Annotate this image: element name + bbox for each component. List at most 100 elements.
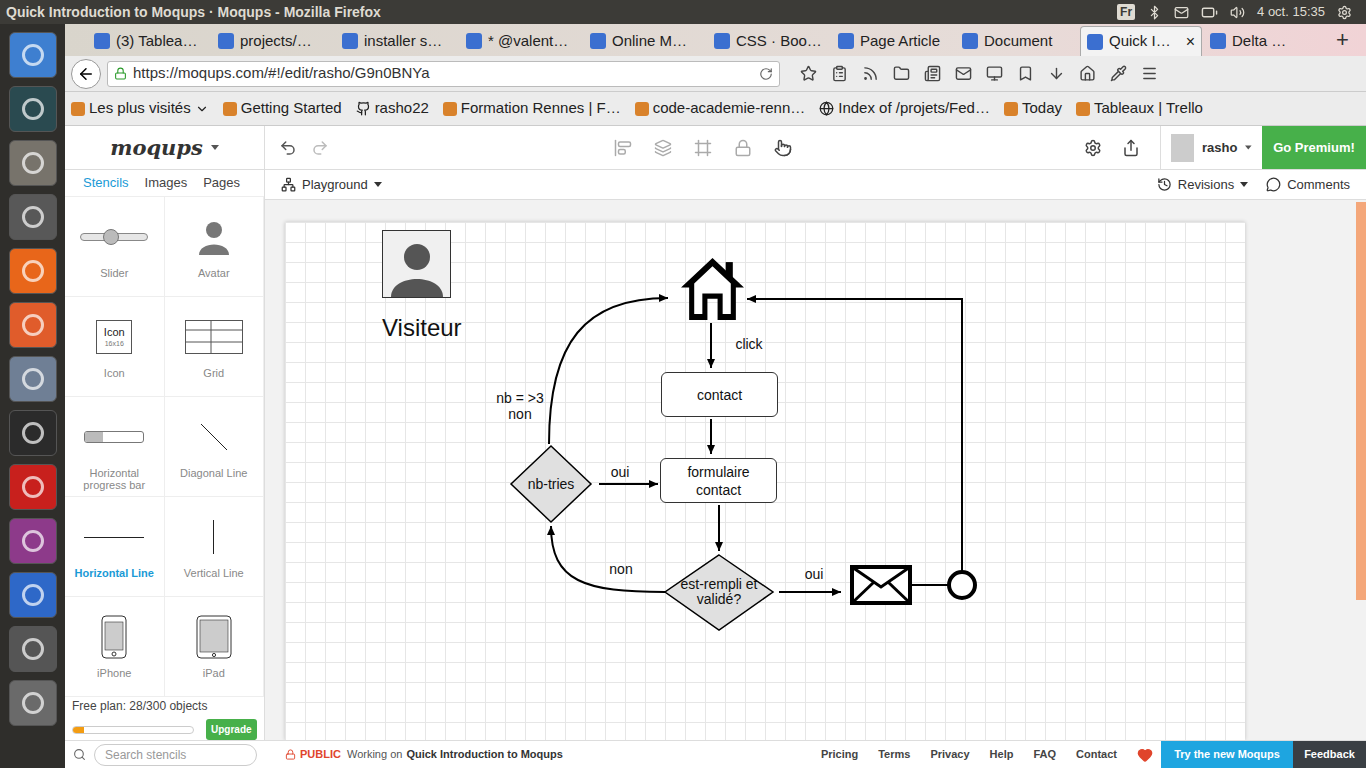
feedback-button[interactable]: Feedback: [1293, 741, 1366, 768]
redo-icon[interactable]: [311, 139, 329, 157]
footer-link[interactable]: Contact: [1076, 746, 1117, 763]
actor-label[interactable]: Visiteur: [382, 310, 462, 346]
panel-tab[interactable]: Pages: [203, 173, 240, 193]
browser-tab[interactable]: Online M…: [584, 26, 706, 56]
launcher-app-icon[interactable]: [9, 86, 57, 132]
back-button[interactable]: [71, 59, 101, 89]
decision-label[interactable]: est-rempli et validé?: [669, 576, 769, 608]
stencil-item[interactable]: Slider: [65, 197, 165, 297]
scrollbar[interactable]: [1356, 202, 1366, 600]
toolbar-icon[interactable]: [986, 65, 1003, 82]
interaction-icon[interactable]: [774, 139, 792, 157]
layers-icon[interactable]: [654, 139, 672, 157]
bookmark[interactable]: Les plus visités: [71, 97, 209, 120]
bookmark[interactable]: Getting Started: [223, 97, 342, 120]
decision-shape[interactable]: [665, 555, 773, 630]
toolbar-icon[interactable]: [955, 65, 972, 82]
share-icon[interactable]: [1122, 139, 1140, 157]
upgrade-button[interactable]: Upgrade: [206, 719, 257, 740]
footer-link[interactable]: Privacy: [930, 746, 969, 763]
keyboard-indicator[interactable]: Fr: [1117, 4, 1135, 20]
url-field[interactable]: https://moqups.com/#!/edit/rasho/G9n0BNY…: [107, 61, 780, 87]
stencil-item[interactable]: Avatar: [165, 197, 265, 297]
mail-icon[interactable]: [1174, 5, 1189, 20]
clock[interactable]: 4 oct. 15:35: [1257, 2, 1325, 22]
frame-icon[interactable]: [694, 139, 712, 157]
process-box[interactable]: formulaire contact: [660, 458, 777, 503]
align-icon[interactable]: [614, 139, 632, 157]
panel-tab[interactable]: Stencils: [83, 173, 129, 193]
footer-link[interactable]: FAQ: [1033, 746, 1056, 763]
launcher-app-icon[interactable]: [9, 680, 57, 726]
bookmark[interactable]: Today: [1004, 97, 1062, 120]
bluetooth-icon[interactable]: [1147, 5, 1162, 20]
footer-link[interactable]: Help: [990, 746, 1014, 763]
process-box[interactable]: contact: [661, 372, 778, 417]
stencil-item[interactable]: Horizontal Line: [65, 497, 165, 597]
launcher-app-icon[interactable]: [9, 410, 57, 456]
settings-icon[interactable]: [1084, 139, 1102, 157]
footer-link[interactable]: Pricing: [821, 746, 858, 763]
browser-tab[interactable]: Document: [956, 26, 1078, 56]
toolbar-icon[interactable]: [924, 65, 941, 82]
battery-icon[interactable]: [1201, 4, 1218, 21]
toolbar-icon[interactable]: [1110, 65, 1127, 82]
launcher-app-icon[interactable]: [9, 194, 57, 240]
revisions-menu[interactable]: Revisions: [1157, 175, 1248, 195]
envelope-icon[interactable]: [850, 565, 912, 605]
stencil-item[interactable]: Icon16x16Icon: [65, 297, 165, 397]
launcher-app-icon[interactable]: [9, 356, 57, 402]
launcher-app-icon[interactable]: [9, 464, 57, 510]
logo[interactable]: moqups: [65, 126, 265, 169]
toolbar-icon[interactable]: [1017, 65, 1034, 82]
browser-tab[interactable]: CSS · Boo…: [708, 26, 830, 56]
launcher-app-icon[interactable]: [9, 518, 57, 564]
bookmark[interactable]: rasho22: [356, 97, 429, 120]
stencil-item[interactable]: Vertical Line: [165, 497, 265, 597]
stencil-item[interactable]: iPad: [165, 597, 265, 697]
tab-close-button[interactable]: ×: [1186, 30, 1195, 54]
toolbar-icon[interactable]: [1079, 65, 1096, 82]
comments-button[interactable]: Comments: [1266, 175, 1350, 195]
stencil-item[interactable]: Horizontal progress bar: [65, 397, 165, 497]
browser-tab[interactable]: installer s…: [336, 26, 458, 56]
house-icon[interactable]: [680, 256, 745, 321]
panel-tab[interactable]: Images: [145, 173, 188, 193]
volume-icon[interactable]: [1230, 5, 1245, 20]
browser-tab[interactable]: Quick I…×: [1080, 26, 1202, 56]
try-new-button[interactable]: Try the new Moqups: [1161, 741, 1293, 768]
end-circle[interactable]: [949, 572, 975, 598]
heart-icon[interactable]: [1137, 747, 1153, 763]
toolbar-icon[interactable]: [1141, 65, 1158, 82]
decision-label[interactable]: nb-tries: [511, 474, 591, 494]
browser-tab[interactable]: Page Article: [832, 26, 954, 56]
go-premium-button[interactable]: Go Premium!: [1262, 126, 1366, 169]
browser-tab[interactable]: projects/…: [212, 26, 334, 56]
bookmark[interactable]: code-academie-renn…: [635, 97, 806, 120]
browser-tab[interactable]: Delta …: [1204, 26, 1326, 56]
stencil-item[interactable]: Diagonal Line: [165, 397, 265, 497]
new-tab-button[interactable]: +: [1328, 26, 1357, 56]
stencil-search-field[interactable]: Search stencils: [94, 744, 257, 766]
launcher-app-icon[interactable]: [9, 248, 57, 294]
toolbar-icon[interactable]: [831, 65, 848, 82]
canvas[interactable]: Visiteur contact formulaire contact nb-trie…: [265, 200, 1366, 740]
footer-link[interactable]: Terms: [878, 746, 910, 763]
launcher-app-icon[interactable]: [9, 572, 57, 618]
decision-shape[interactable]: [511, 446, 591, 522]
reload-icon[interactable]: [759, 67, 773, 81]
browser-tab[interactable]: (3) Tablea…: [88, 26, 210, 56]
undo-icon[interactable]: [279, 139, 297, 157]
bookmark[interactable]: Tableaux | Trello: [1076, 97, 1203, 120]
browser-tab[interactable]: * @valent…: [460, 26, 582, 56]
actor-avatar[interactable]: [382, 230, 451, 298]
launcher-app-icon[interactable]: [9, 32, 57, 78]
toolbar-icon[interactable]: [1048, 65, 1065, 82]
bookmark[interactable]: Index of /projets/Fed…: [819, 97, 990, 120]
user-menu[interactable]: rasho: [1160, 126, 1262, 169]
launcher-app-icon[interactable]: [9, 302, 57, 348]
canvas-page[interactable]: Visiteur contact formulaire contact nb-trie…: [285, 222, 1245, 740]
stencil-item[interactable]: iPhone: [65, 597, 165, 697]
toolbar-icon[interactable]: [800, 65, 817, 82]
bookmark[interactable]: Formation Rennes | F…: [443, 97, 621, 120]
